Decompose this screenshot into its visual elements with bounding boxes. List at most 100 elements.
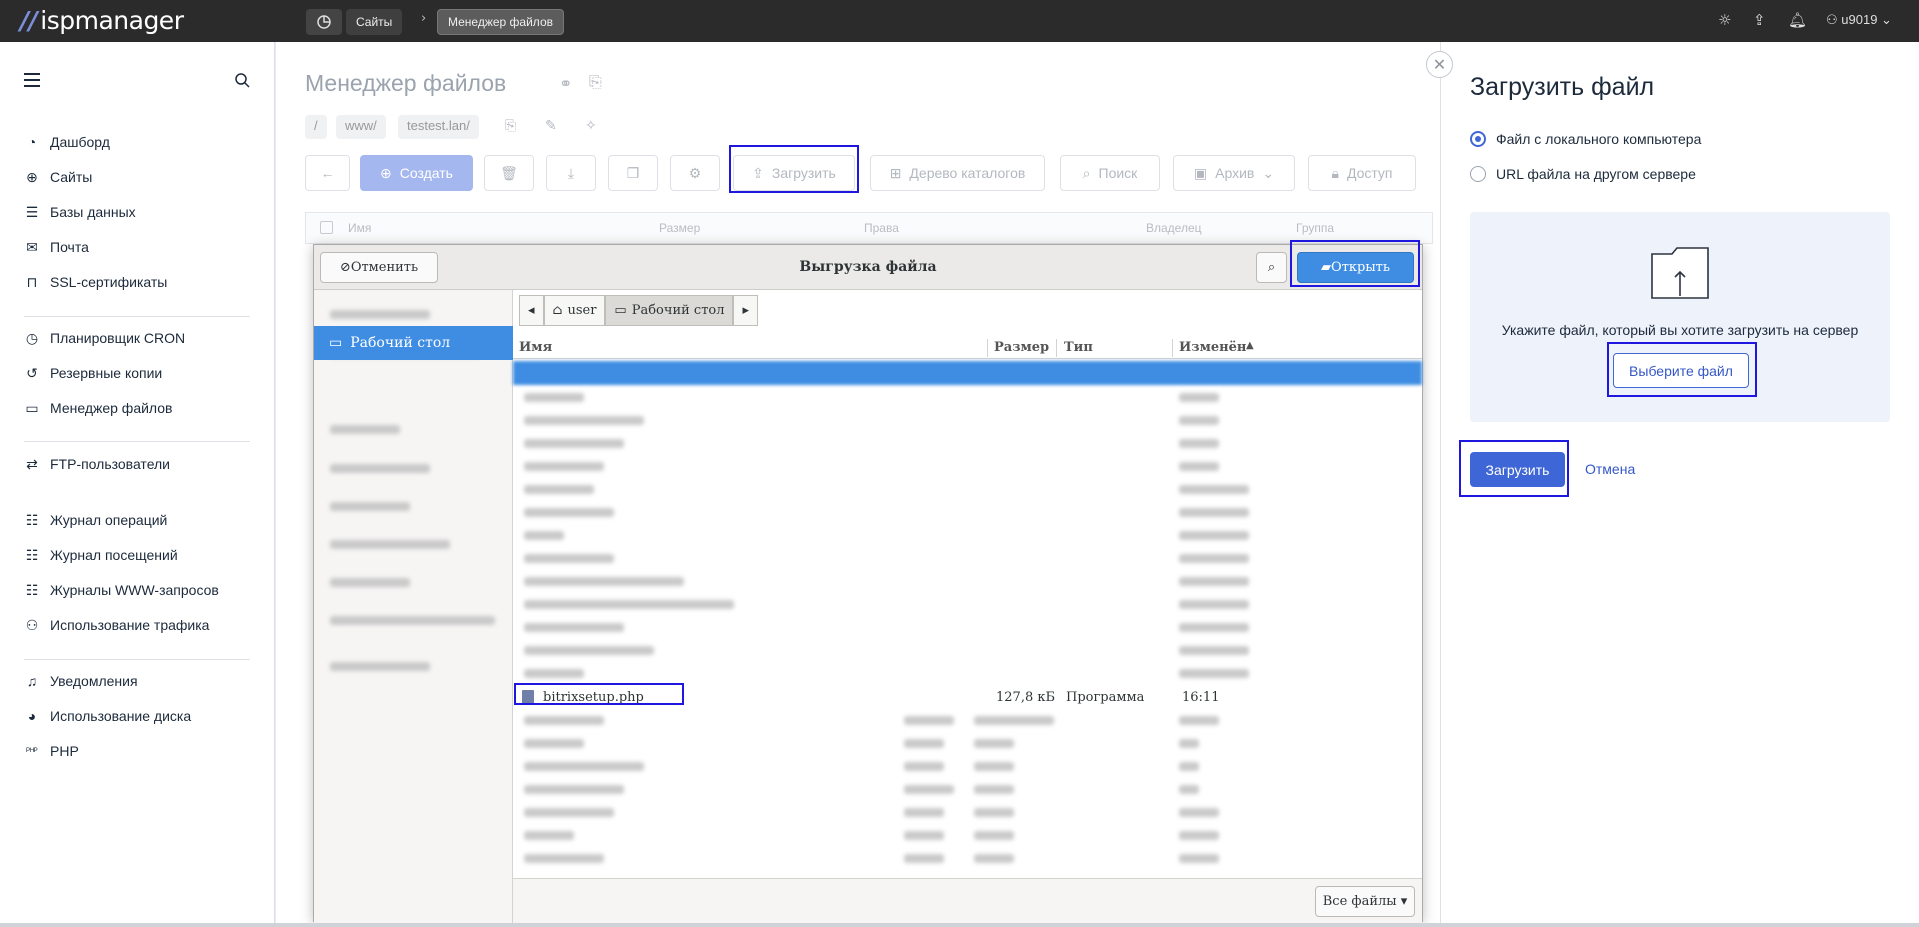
breadcrumb-sites[interactable]: Сайты [346, 9, 403, 35]
sidebar-item-sites[interactable]: ⊕ Сайты [24, 169, 92, 185]
search-button[interactable]: ⌕ Поиск [1060, 155, 1160, 191]
hamburger-icon[interactable] [24, 73, 40, 87]
file-row[interactable] [524, 393, 584, 402]
access-button[interactable]: 🔒︎ Доступ [1308, 155, 1416, 191]
place-item[interactable] [330, 425, 400, 434]
submit-upload-button[interactable]: Загрузить [1470, 452, 1565, 487]
edit-icon[interactable]: ✎ [545, 118, 557, 134]
column-name[interactable]: Имя [519, 340, 552, 355]
column-name[interactable]: Имя [348, 221, 371, 235]
file-row[interactable] [524, 577, 684, 586]
place-item[interactable] [330, 502, 410, 511]
place-desktop[interactable]: ▭ Рабочий стол [314, 326, 513, 360]
directory-tree-button[interactable]: ⊞ Дерево каталогов [870, 155, 1045, 191]
column-group[interactable]: Группа [1296, 221, 1334, 235]
file-row[interactable] [524, 485, 594, 494]
file-row[interactable] [524, 416, 644, 425]
place-item[interactable] [330, 578, 410, 587]
file-row[interactable] [524, 554, 614, 563]
file-row[interactable] [524, 508, 614, 517]
column-size[interactable]: Размер [659, 221, 700, 235]
path-back-button[interactable]: ◂ [519, 295, 544, 326]
link-icon[interactable]: ⚭ [559, 74, 572, 93]
place-item[interactable] [330, 464, 430, 473]
file-row[interactable] [524, 462, 604, 471]
sidebar-item-file-manager[interactable]: ▭ Менеджер файлов [24, 400, 172, 416]
path-desktop[interactable]: ▭ Рабочий стол [605, 295, 734, 326]
settings-button[interactable]: ⚙ [670, 155, 720, 191]
file-row[interactable] [524, 600, 734, 609]
file-row[interactable] [524, 854, 604, 863]
file-row[interactable] [524, 831, 574, 840]
close-panel-button[interactable]: ✕ [1426, 51, 1453, 78]
column-size[interactable]: Размер [994, 340, 1049, 355]
file-row[interactable] [524, 762, 644, 771]
file-row[interactable] [524, 785, 624, 794]
radio-local[interactable] [1470, 131, 1486, 147]
sidebar-item-backups[interactable]: ↺ Резервные копии [24, 365, 162, 381]
path-user[interactable]: ⌂ user [543, 295, 606, 326]
file-filter-select[interactable]: Все файлы ▾ [1315, 886, 1415, 917]
column-permissions[interactable]: Права [864, 221, 899, 235]
sidebar-item-operations-log[interactable]: ☷ Журнал операций [24, 512, 168, 528]
bottom-scrollbar[interactable] [0, 923, 1919, 927]
upload-cloud-icon[interactable]: ⇪ [1753, 11, 1766, 29]
sidebar-item-php[interactable]: ᴾᴴᴾ PHP [24, 743, 79, 759]
sidebar-item-ssl[interactable]: ⊓ SSL-сертификаты [24, 274, 168, 290]
sidebar-item-disk-usage[interactable]: ◕ Использование диска [24, 708, 191, 724]
logo[interactable]: //ispmanager [20, 6, 184, 35]
upload-button[interactable]: ⇪ Загрузить [733, 155, 855, 191]
sidebar-item-cron[interactable]: ◷ Планировщик CRON [24, 330, 185, 346]
sidebar-item-www-logs[interactable]: ☷ Журналы WWW-запросов [24, 582, 219, 598]
path-root[interactable]: / [305, 115, 327, 139]
place-item[interactable] [330, 540, 450, 549]
select-all-checkbox[interactable] [320, 221, 333, 234]
file-row-bitrixsetup[interactable]: bitrixsetup.php 127,8 кБ Программа 16:11 [513, 686, 1422, 709]
choose-file-button[interactable]: Выберите файл [1613, 353, 1749, 388]
place-item[interactable] [330, 616, 495, 625]
file-row[interactable] [524, 439, 624, 448]
bell-icon[interactable]: 🔔︎ [1788, 11, 1807, 29]
search-icon[interactable] [234, 72, 250, 92]
path-forward-button[interactable]: ▸ [733, 295, 759, 326]
path-site[interactable]: testest.lan/ [398, 115, 479, 139]
user-menu[interactable]: ⚇ u9019 ⌄ [1826, 12, 1892, 28]
sidebar-item-ftp[interactable]: ⇄ FTP-пользователи [24, 456, 170, 472]
option-url-file[interactable]: URL файла на другом сервере [1470, 166, 1696, 182]
file-drop-zone[interactable]: Укажите файл, который вы хотите загрузит… [1470, 212, 1890, 422]
file-row[interactable] [524, 646, 654, 655]
column-modified[interactable]: Изменён [1179, 340, 1246, 355]
place-item[interactable] [330, 662, 430, 671]
dialog-search-button[interactable]: ⌕ [1256, 252, 1287, 283]
back-button[interactable]: ← [305, 155, 350, 191]
sidebar-item-mail[interactable]: ✉ Почта [24, 239, 89, 255]
theme-icon[interactable]: ☼ [1718, 11, 1731, 29]
delete-button[interactable]: 🗑︎ [484, 155, 534, 191]
file-row[interactable] [524, 669, 584, 678]
dialog-open-button[interactable]: ▰ Открыть [1297, 252, 1414, 283]
breadcrumb-file-manager[interactable]: Менеджер файлов [437, 9, 564, 35]
sidebar-item-traffic[interactable]: ⚇ Использование трафика [24, 617, 210, 633]
download-button[interactable]: ⤓ [546, 155, 596, 191]
radio-url[interactable] [1470, 166, 1486, 182]
selected-file-row[interactable] [513, 361, 1422, 385]
archive-button[interactable]: ▣ Архив ⌄ [1173, 155, 1295, 191]
file-row[interactable] [524, 531, 564, 540]
copy-icon[interactable]: ⎘ [505, 118, 516, 134]
dashboard-crumb-icon[interactable] [306, 9, 342, 35]
place-item[interactable] [330, 310, 430, 319]
bookmark-icon[interactable]: ⎘ [589, 72, 602, 92]
sidebar-item-visits-log[interactable]: ☷ Журнал посещений [24, 547, 178, 563]
star-icon[interactable]: ✧ [585, 118, 597, 134]
file-row[interactable] [524, 623, 624, 632]
path-www[interactable]: www/ [336, 115, 386, 139]
file-row[interactable] [524, 739, 584, 748]
copy-button[interactable]: ❐ [608, 155, 658, 191]
file-row[interactable] [524, 716, 604, 725]
column-type[interactable]: Тип [1064, 340, 1093, 355]
cancel-upload-link[interactable]: Отмена [1585, 461, 1635, 477]
file-row[interactable] [524, 808, 614, 817]
create-button[interactable]: ⊕ Создать [360, 155, 473, 191]
option-local-file[interactable]: Файл с локального компьютера [1470, 131, 1701, 147]
sidebar-item-databases[interactable]: ☰ Базы данных [24, 204, 136, 220]
